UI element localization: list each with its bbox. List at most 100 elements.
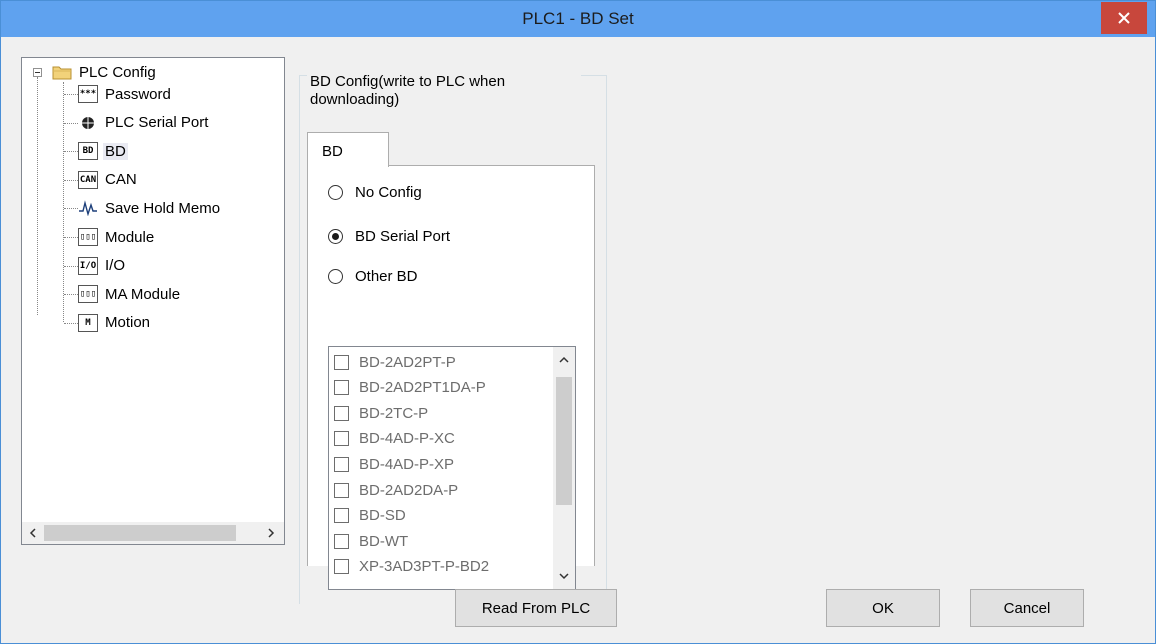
board-option[interactable]: BD-2AD2PT-P <box>334 351 456 373</box>
board-label: BD-2AD2DA-P <box>359 481 459 499</box>
radio-bd-serial-port[interactable]: BD Serial Port <box>328 228 450 245</box>
board-checkbox[interactable] <box>334 508 349 524</box>
tree-connector <box>64 237 78 238</box>
tree-connector <box>64 94 78 95</box>
bd-tab-panel: No Config BD Serial Port Other BD BD-2AD… <box>307 165 595 590</box>
board-checkbox[interactable] <box>334 405 349 421</box>
radio-label: No Config <box>355 184 422 201</box>
scroll-thumb[interactable] <box>44 525 236 541</box>
dialog-window: PLC1 - BD Set PLC Config *** Password PLC S… <box>0 0 1156 644</box>
serial-port-icon <box>78 114 98 132</box>
board-option[interactable]: XP-3AD3PT-P-BD2 <box>334 556 489 578</box>
radio-no-config[interactable]: No Config <box>328 184 422 201</box>
tree-item-label: PLC Serial Port <box>105 114 209 132</box>
tree-connector <box>37 77 38 315</box>
tree-connector <box>64 179 78 181</box>
tree-connector <box>64 265 78 267</box>
tree-item-label: BD <box>103 142 128 160</box>
tree-item-label: I/O <box>105 257 126 275</box>
tree-item-i-o[interactable]: I/O I/O <box>78 255 127 277</box>
board-option[interactable]: BD-WT <box>334 530 408 552</box>
tree-connector <box>64 208 78 210</box>
tree-item-ma-module[interactable]: ▯▯▯ MA Module <box>78 283 182 305</box>
chevron-right-icon <box>268 528 275 538</box>
board-checkbox[interactable] <box>334 456 349 472</box>
tree-connector <box>64 151 78 153</box>
board-label: BD-2TC-P <box>359 404 429 422</box>
tree-item-bd[interactable]: BD BD <box>78 140 128 162</box>
dialog-body: PLC Config *** Password PLC Serial Port BD BD… <box>9 37 1147 637</box>
scroll-left-button[interactable] <box>24 524 42 542</box>
read-from-plc-button[interactable]: Read From PLC <box>455 589 617 627</box>
radio-circle <box>328 229 343 244</box>
cancel-button[interactable]: Cancel <box>970 589 1084 627</box>
motion-icon: M <box>78 313 98 332</box>
tree-item-label: MA Module <box>105 285 181 303</box>
tree-item-label: Password <box>105 85 171 103</box>
board-option[interactable]: BD-2AD2DA-P <box>334 479 458 501</box>
tree-item-label: Motion <box>105 314 151 332</box>
radio-label: BD Serial Port <box>355 228 451 245</box>
password-icon: *** <box>78 85 98 103</box>
ok-button[interactable]: OK <box>826 589 940 627</box>
board-option[interactable]: BD-2AD2PT1DA-P <box>334 377 486 399</box>
chevron-left-icon <box>29 528 36 538</box>
ma-module-icon: ▯▯▯ <box>78 285 98 304</box>
close-button[interactable] <box>1101 2 1147 34</box>
tree-item-module[interactable]: ▯▯▯ Module <box>78 226 156 248</box>
board-option[interactable]: BD-4AD-P-XC <box>334 428 455 450</box>
radio-other-bd[interactable]: Other BD <box>328 268 418 285</box>
tree-content: PLC Config *** Password PLC Serial Port BD BD… <box>22 58 284 522</box>
tree-item-can[interactable]: CAN CAN <box>78 169 139 191</box>
board-checkbox[interactable] <box>334 431 349 447</box>
radio-circle <box>328 269 343 284</box>
board-label: BD-4AD-P-XC <box>359 430 455 448</box>
tab-bd-label: BD <box>322 143 343 160</box>
tab-bd[interactable]: BD <box>307 132 389 167</box>
board-label: BD-WT <box>359 532 409 550</box>
tree-item-plc-serial-port[interactable]: PLC Serial Port <box>78 112 210 134</box>
collapse-toggle[interactable] <box>33 68 42 77</box>
scroll-thumb[interactable] <box>556 377 572 505</box>
tree-item-label: CAN <box>105 171 137 189</box>
tree-horizontal-scrollbar[interactable] <box>22 522 284 544</box>
board-checkbox[interactable] <box>334 380 349 396</box>
board-checkbox[interactable] <box>334 354 349 370</box>
tree-connector <box>63 82 64 322</box>
tree-item-label: PLC Config <box>79 63 156 81</box>
board-label: BD-SD <box>359 507 406 525</box>
config-tree[interactable]: PLC Config *** Password PLC Serial Port BD BD… <box>21 57 285 545</box>
board-checkbox[interactable] <box>334 482 349 498</box>
board-label: XP-3AD3PT-P-BD2 <box>359 558 490 576</box>
board-checkbox[interactable] <box>334 559 349 575</box>
tree-item-motion[interactable]: M Motion <box>78 312 152 334</box>
can-icon: CAN <box>78 170 98 189</box>
tree-connector <box>64 322 78 324</box>
io-icon: I/O <box>78 256 98 275</box>
board-checklist[interactable]: BD-2AD2PT-P BD-2AD2PT1DA-P BD-2TC-P BD-4AD-… <box>328 346 576 590</box>
bd-config-title: BD Config(write to PLC when downloading) <box>307 73 581 109</box>
scroll-right-button[interactable] <box>262 524 280 542</box>
bd-icon: BD <box>78 142 98 161</box>
board-label: BD-4AD-P-XP <box>359 455 455 473</box>
board-option[interactable]: BD-SD <box>334 505 406 527</box>
waveform-icon <box>78 199 98 217</box>
tree-item-save-hold-memo[interactable]: Save Hold Memo <box>78 197 222 219</box>
board-checkbox[interactable] <box>334 533 349 549</box>
title-bar[interactable]: PLC1 - BD Set <box>1 1 1155 37</box>
tree-item-label: Module <box>105 228 155 246</box>
board-option[interactable]: BD-2TC-P <box>334 402 428 424</box>
chevron-down-icon <box>559 573 569 580</box>
radio-label: Other BD <box>355 268 418 285</box>
radio-circle <box>328 185 343 200</box>
board-label: BD-2AD2PT-P <box>359 353 456 371</box>
close-icon <box>1118 12 1130 24</box>
board-label: BD-2AD2PT1DA-P <box>359 379 486 397</box>
board-option[interactable]: BD-4AD-P-XP <box>334 453 454 475</box>
tree-item-password[interactable]: *** Password <box>78 83 173 105</box>
board-list-scrollbar[interactable] <box>553 347 575 589</box>
tree-item-plc-config[interactable]: PLC Config <box>52 61 158 83</box>
scroll-down-button[interactable] <box>555 567 573 585</box>
tree-item-label: Save Hold Memo <box>105 199 221 217</box>
scroll-up-button[interactable] <box>555 351 573 369</box>
